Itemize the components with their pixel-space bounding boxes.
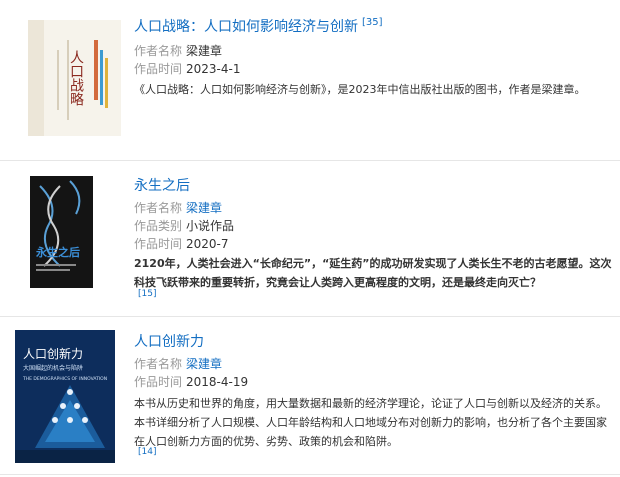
author-link[interactable]: 梁建章	[186, 201, 222, 215]
author-row: 作者名称 梁建章	[134, 42, 222, 59]
author-row: 作者名称 梁建章	[134, 199, 222, 216]
citation-ref[interactable]: [35]	[362, 17, 383, 28]
field-value: 2020-7	[186, 237, 229, 251]
field-label: 作者名称	[134, 44, 183, 58]
cover-en-title: THE DEMOGRAPHICS OF INNOVATION	[22, 376, 107, 382]
field-label: 作品类别	[134, 219, 183, 233]
cover-figure	[74, 403, 80, 409]
field-label: 作者名称	[134, 357, 183, 371]
cover-stripe	[100, 50, 103, 105]
field-value: 2018-4-19	[186, 375, 249, 389]
cover-front	[30, 176, 93, 288]
date-row: 作品时间 2018-4-19	[134, 373, 248, 390]
field-label: 作品时间	[134, 375, 183, 389]
field-label: 作品时间	[134, 237, 183, 251]
field-value: 梁建章	[186, 44, 223, 58]
work-title[interactable]: 永生之后	[134, 175, 190, 195]
work-title-text: 人口战略：人口如何影响经济与创新	[134, 19, 358, 35]
work-title[interactable]: 人口战略：人口如何影响经济与创新 [35]	[134, 16, 383, 36]
citation-ref[interactable]: [14]	[138, 447, 156, 457]
cover-footer	[15, 450, 115, 463]
field-label: 作品时间	[134, 62, 183, 76]
cover-figure	[52, 417, 58, 423]
field-label: 作者名称	[134, 201, 183, 215]
date-row: 作品时间 2020-7	[134, 235, 229, 252]
cover-title: 人口战略	[68, 50, 84, 106]
author-link[interactable]: 梁建章	[186, 357, 222, 371]
author-row: 作者名称 梁建章	[134, 355, 222, 372]
divider	[0, 160, 620, 161]
work-description: 本书从历史和世界的角度，用大量数据和最新的经济学理论，论证了人口与创新以及经济的…	[134, 397, 607, 448]
cover-figure	[82, 417, 88, 423]
category-row: 作品类别 小说作品	[134, 217, 234, 234]
cover-title: 人口创新力	[23, 346, 83, 361]
work-description: 《人口战略：人口如何影响经济与创新》，是2023年中信出版社出版的图书，作者是梁…	[134, 83, 586, 96]
cover-line	[36, 264, 76, 266]
book-cover[interactable]: 人口战略	[28, 20, 121, 136]
cover-stripe	[105, 58, 108, 108]
cover-spine	[28, 20, 44, 136]
book-cover[interactable]: 人口创新力 大国崛起的机会与陷阱 THE DEMOGRAPHICS OF INN…	[15, 330, 115, 463]
cover-figure	[67, 389, 73, 395]
divider	[0, 316, 620, 317]
cover-title: 永生之后	[35, 245, 80, 259]
cover-figure	[67, 417, 73, 423]
cover-subtitle: 大国崛起的机会与陷阱	[23, 364, 83, 372]
work-description: 2120年，人类社会进入“长命纪元”，“延生药”的成功研发实现了人类长生不老的古…	[134, 257, 612, 289]
cover-line	[36, 269, 70, 271]
citation-ref[interactable]: [15]	[138, 289, 156, 299]
date-row: 作品时间 2023-4-1	[134, 60, 240, 77]
book-cover[interactable]: 永生之后	[30, 176, 93, 288]
cover-figure	[60, 403, 66, 409]
work-title[interactable]: 人口创新力	[134, 331, 204, 351]
field-value: 2023-4-1	[186, 62, 241, 76]
divider	[0, 474, 620, 475]
field-value: 小说作品	[186, 219, 235, 233]
cover-stripe	[94, 40, 98, 100]
